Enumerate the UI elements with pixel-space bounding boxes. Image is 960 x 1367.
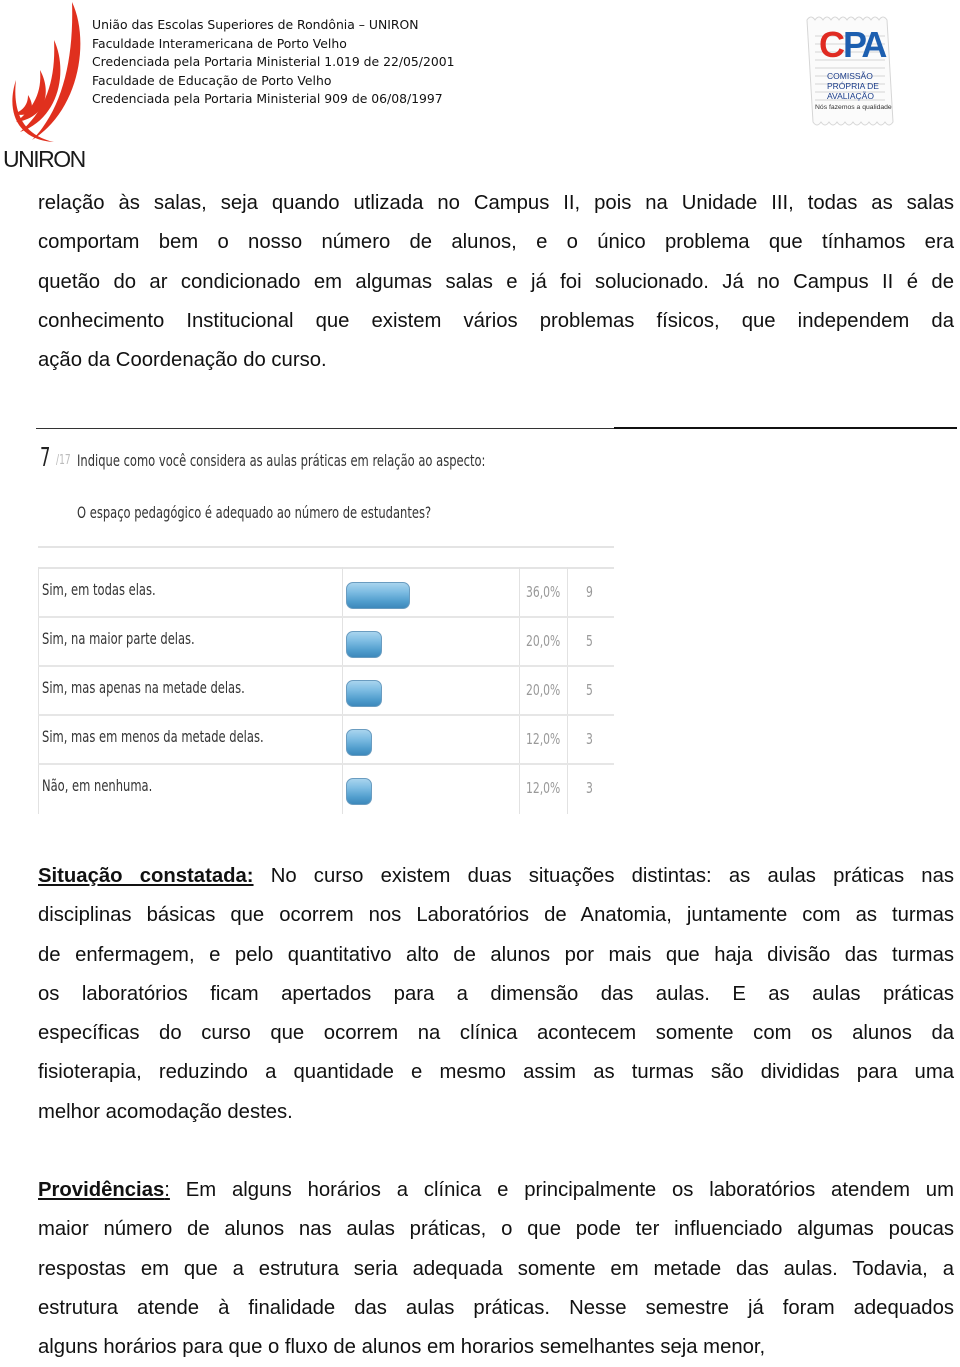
option-label: Sim, na maior parte delas. [42,629,195,648]
table-row: Sim, na maior parte delas. 20,0% 5 [38,618,614,667]
cpa-tagline: Nós fazemos a qualidade [815,104,892,111]
paragraph-line: quetão do ar condicionado em algumas sal… [38,270,954,293]
table-row: Não, em nenhuma. 12,0% 3 [38,765,614,814]
percent-label: 20,0% [526,681,561,699]
divider [38,546,614,548]
institution-line: Faculdade de Educação de Porto Velho [92,72,332,88]
paragraph-line: ação da Coordenação do curso. [38,349,327,372]
cpa-line: Comissão [827,71,873,81]
result-bar [346,631,382,658]
count-label: 3 [586,779,593,797]
percent-label: 12,0% [526,730,561,748]
situacao-text: No curso existem duas situações distinta… [253,865,954,887]
page-header: UNIRON União das Escolas Superiores de R… [0,0,960,180]
paragraph-line: alguns horários para que o fluxo de alun… [38,1336,766,1359]
percent-label: 20,0% [526,632,561,650]
divider [36,428,614,429]
result-bar [346,729,372,756]
paragraph-line: fisioterapia, reduzindo a quantidade e m… [38,1061,954,1084]
institution-info: União das Escolas Superiores de Rondônia… [92,16,455,109]
table-row: Sim, mas apenas na metade delas. 20,0% 5 [38,667,614,716]
count-label: 5 [586,632,593,650]
count-label: 5 [586,681,593,699]
paragraph-line: melhor acomodação destes. [38,1100,293,1123]
question-total: /17 [56,453,71,468]
paragraph-line: disciplinas básicas que ocorrem nos Labo… [38,904,954,927]
institution-line: Credenciada pela Portaria Ministerial 1.… [92,54,455,70]
providencias-label: Providências [38,1179,165,1201]
divider [614,427,957,429]
providencias-text: Em alguns horários a clínica e principal… [169,1179,954,1201]
paragraph-line: relação às salas, seja quando utlizada n… [38,192,954,214]
percent-label: 12,0% [526,779,561,797]
percent-label: 36,0% [526,583,561,601]
cpa-line: Própria de [827,81,879,91]
cpa-acronym-pa: PA [843,24,887,65]
cpa-acronym-c: C [819,24,845,65]
count-label: 3 [586,730,593,748]
paragraph-line: comportam bem o nosso número de alunos, … [38,231,954,254]
paragraph-line: conhecimento Institucional que existem v… [38,309,954,332]
intro-paragraph: relação às salas, seja quando utlizada n… [38,184,954,380]
paragraph-line: os laboratórios ficam apertados para a d… [38,982,954,1005]
question-number: 7 [40,443,51,473]
paragraph-line: maior número de alunos nas aulas prática… [38,1218,954,1241]
result-bar [346,582,410,609]
providencias-paragraph: Providências: Em alguns horários a clíni… [38,1171,954,1367]
uniron-logo-text: UNIRON [3,146,86,172]
result-bar [346,680,382,707]
option-label: Sim, em todas elas. [42,580,156,599]
table-row: Sim, mas em menos da metade delas. 12,0% 3 [38,716,614,765]
table-row: Sim, em todas elas. 36,0% 9 [38,569,614,618]
cpa-logo: C PA Comissão Própria de Avaliação Nós f… [805,14,895,128]
paragraph-line: respostas em que a estrutura seria adequ… [38,1257,954,1280]
option-label: Sim, mas em menos da metade delas. [42,727,264,746]
survey-result-chart: 7 /17 Indique como você considera as aul… [36,425,958,815]
paragraph-line: Providências: Em alguns horários a clíni… [38,1171,954,1210]
count-label: 9 [586,583,593,601]
question-subtitle: O espaço pedagógico é adequado ao número… [77,503,432,522]
option-label: Sim, mas apenas na metade delas. [42,678,245,697]
question-title: Indique como você considera as aulas prá… [77,451,486,470]
result-bar [346,778,372,805]
cpa-line: Avaliação [827,91,874,101]
institution-line: União das Escolas Superiores de Rondônia… [92,17,419,32]
situacao-label: Situação constatada: [38,865,254,887]
paragraph-line: de enfermagem, e pelo quantitativo alto … [38,943,954,966]
institution-line: Faculdade Interamericana de Porto Velho [92,35,347,51]
paragraph-line: específicas do curso que ocorrem na clín… [38,1022,954,1045]
institution-line: Credenciada pela Portaria Ministerial 90… [92,91,443,107]
option-label: Não, em nenhuma. [42,776,153,795]
situacao-paragraph: Situação constatada: No curso existem du… [38,857,954,1132]
paragraph-line: estrutura atende à finalidade das aulas … [38,1296,954,1319]
paragraph-line: Situação constatada: No curso existem du… [38,857,954,896]
